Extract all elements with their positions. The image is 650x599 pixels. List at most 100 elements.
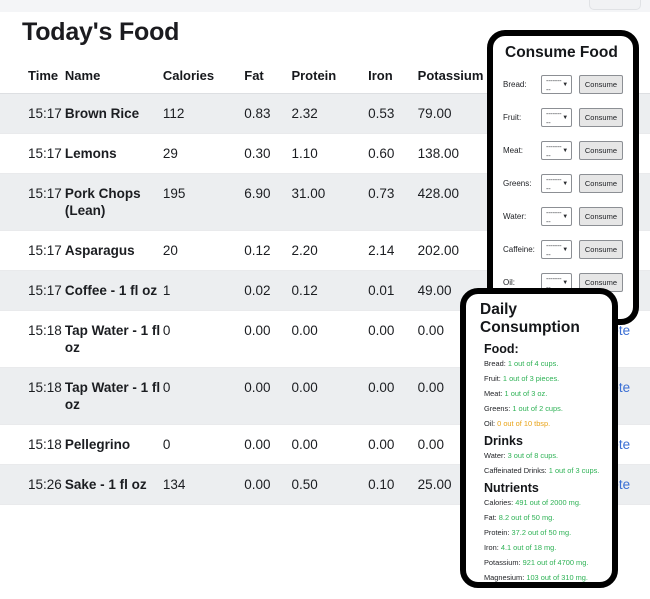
cell-name: Pellegrino xyxy=(64,424,163,465)
consume-label: Water: xyxy=(503,212,527,221)
chevron-down-icon: ▼ xyxy=(562,114,568,121)
app-root: Today's Food Time Name Calories Fat Prot… xyxy=(0,0,650,599)
cell-fat: 0.00 xyxy=(244,464,292,505)
consume-row: Meat: --------- ▼ Consume xyxy=(503,134,623,167)
consume-button[interactable]: Consume xyxy=(578,207,623,226)
cell-name: Tap Water - 1 fl oz xyxy=(64,310,163,368)
consume-select[interactable]: --------- ▼ xyxy=(541,141,572,160)
cell-name: Sake - 1 fl oz xyxy=(64,464,163,505)
cell-protein: 0.00 xyxy=(291,310,369,368)
consume-select-value: --------- xyxy=(546,207,562,226)
daily-item-value: 1 out of 3 cups. xyxy=(548,466,600,475)
consume-select[interactable]: --------- ▼ xyxy=(541,174,572,193)
daily-nutrients-item: Protein: 37.2 out of 50 mg. xyxy=(484,528,602,537)
consume-label: Fruit: xyxy=(503,113,522,122)
consume-button[interactable]: Consume xyxy=(578,75,623,94)
chevron-down-icon: ▼ xyxy=(562,180,568,187)
daily-consumption-panel: Daily Consumption Food: Bread: 1 out of … xyxy=(460,288,618,588)
cell-fat: 0.12 xyxy=(244,230,292,271)
daily-item-label: Magnesium: xyxy=(484,573,525,582)
consume-button[interactable]: Consume xyxy=(578,174,623,193)
daily-item-value: 103 out of 310 mg. xyxy=(526,573,588,582)
cell-fat: 0.00 xyxy=(244,367,292,425)
column-header-protein: Protein xyxy=(291,61,369,94)
daily-item-label: Bread: xyxy=(484,359,506,368)
chevron-down-icon: ▼ xyxy=(562,81,568,88)
consume-label: Oil: xyxy=(503,278,515,287)
daily-item-label: Potassium: xyxy=(484,558,521,567)
cell-time: 15:26 xyxy=(0,464,65,505)
consume-row: Water: --------- ▼ Consume xyxy=(503,200,623,233)
consume-select[interactable]: --------- ▼ xyxy=(541,240,572,259)
consume-label: Caffeine: xyxy=(503,245,535,254)
cell-fat: 0.00 xyxy=(244,310,292,368)
daily-nutrients-item: Iron: 4.1 out of 18 mg. xyxy=(484,543,602,552)
daily-item-label: Greens: xyxy=(484,404,511,413)
daily-drinks-item: Caffeinated Drinks: 1 out of 3 cups. xyxy=(484,466,602,475)
cell-calories: 195 xyxy=(162,173,245,231)
daily-item-value: 1 out of 2 cups. xyxy=(512,404,563,413)
daily-food-list: Bread: 1 out of 4 cups. Fruit: 1 out of 3… xyxy=(476,359,602,428)
cell-time: 15:17 xyxy=(0,230,65,271)
column-header-name: Name xyxy=(64,61,163,94)
daily-item-value: 37.2 out of 50 mg. xyxy=(511,528,572,537)
column-header-calories: Calories xyxy=(162,61,245,94)
cell-protein: 31.00 xyxy=(291,173,369,231)
daily-item-label: Caffeinated Drinks: xyxy=(484,466,547,475)
daily-item-label: Protein: xyxy=(484,528,510,537)
cell-iron: 0.10 xyxy=(368,464,418,505)
cell-name: Coffee - 1 fl oz xyxy=(64,270,163,311)
cell-iron: 0.53 xyxy=(368,93,418,134)
cell-calories: 20 xyxy=(162,230,245,271)
daily-item-value: 0 out of 10 tbsp. xyxy=(497,419,551,428)
cell-protein: 0.00 xyxy=(291,424,369,465)
consume-button[interactable]: Consume xyxy=(578,240,623,259)
consume-button[interactable]: Consume xyxy=(578,141,623,160)
cell-iron: 0.60 xyxy=(368,133,418,174)
daily-item-label: Calories: xyxy=(484,498,514,507)
daily-item-value: 1 out of 4 cups. xyxy=(507,359,559,368)
cell-protein: 2.20 xyxy=(291,230,369,271)
consume-button[interactable]: Consume xyxy=(578,108,623,127)
cell-time: 15:18 xyxy=(0,367,65,425)
consume-select[interactable]: --------- ▼ xyxy=(541,207,572,226)
cell-fat: 0.02 xyxy=(244,270,292,311)
cell-calories: 112 xyxy=(162,93,245,134)
cell-calories: 0 xyxy=(162,367,245,425)
chevron-down-icon: ▼ xyxy=(562,246,568,253)
cell-iron: 0.73 xyxy=(368,173,418,231)
daily-consumption-title: Daily Consumption xyxy=(480,301,580,336)
consume-row: Bread: --------- ▼ Consume xyxy=(503,68,623,101)
consume-label: Meat: xyxy=(503,146,524,155)
consume-food-inner: Consume Food Bread: --------- ▼ Consume Frui… xyxy=(493,36,633,307)
consume-select[interactable]: --------- ▼ xyxy=(541,75,572,94)
column-header-time: Time xyxy=(0,61,65,94)
daily-item-label: Fruit: xyxy=(484,374,501,383)
cell-protein: 2.32 xyxy=(291,93,369,134)
consume-select-value: --------- xyxy=(546,141,562,160)
cell-calories: 0 xyxy=(162,310,245,368)
cell-time: 15:17 xyxy=(0,173,65,231)
cell-time: 15:18 xyxy=(0,424,65,465)
chevron-down-icon: ▼ xyxy=(562,147,568,154)
column-header-iron: Iron xyxy=(368,61,418,94)
cell-time: 15:17 xyxy=(0,93,65,134)
cell-time: 15:17 xyxy=(0,270,65,311)
daily-drinks-list: Water: 3 out of 8 cups. Caffeinated Drink… xyxy=(476,451,602,475)
cell-calories: 0 xyxy=(162,424,245,465)
top-chrome-strip xyxy=(0,0,650,12)
consume-select[interactable]: --------- ▼ xyxy=(541,108,572,127)
daily-consumption-inner: Daily Consumption Food: Bread: 1 out of … xyxy=(466,294,612,582)
chevron-down-icon: ▼ xyxy=(562,213,568,220)
cell-iron: 0.00 xyxy=(368,367,418,425)
cell-calories: 134 xyxy=(162,464,245,505)
daily-nutrients-heading: Nutrients xyxy=(484,481,539,495)
cell-fat: 0.30 xyxy=(244,133,292,174)
daily-item-value: 491 out of 2000 mg. xyxy=(515,498,581,507)
consume-select-value: --------- xyxy=(546,174,562,193)
daily-drinks-item: Water: 3 out of 8 cups. xyxy=(484,451,602,460)
cell-name: Pork Chops (Lean) xyxy=(64,173,163,231)
top-right-button[interactable] xyxy=(589,0,641,10)
daily-nutrients-item: Magnesium: 103 out of 310 mg. xyxy=(484,573,602,582)
chevron-down-icon: ▼ xyxy=(562,279,568,286)
